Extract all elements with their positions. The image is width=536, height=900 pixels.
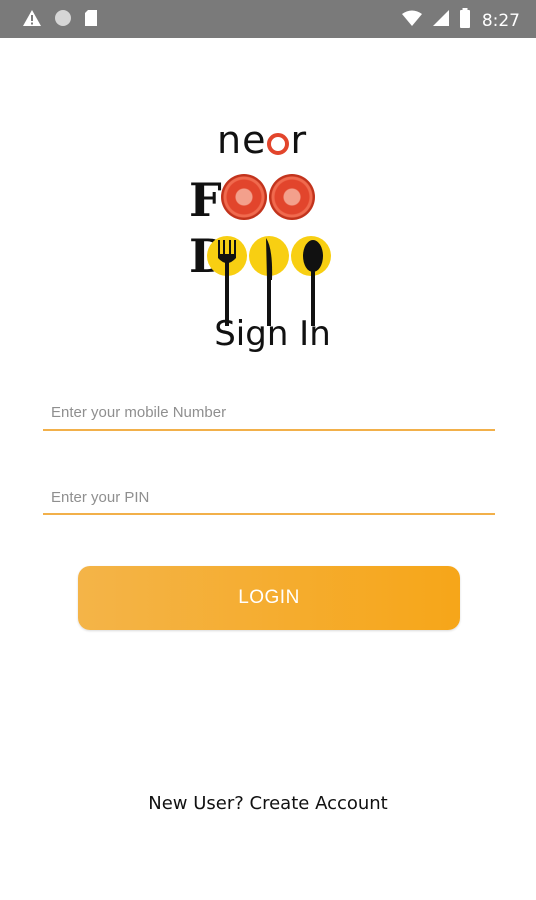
warning-icon <box>22 9 42 32</box>
wifi-icon <box>401 9 423 32</box>
cutlery-icon <box>207 236 331 326</box>
logo-near-end: r <box>290 118 308 162</box>
sd-card-icon <box>84 9 98 32</box>
tomato-icon <box>269 174 315 220</box>
logo-pin-o-icon <box>267 133 290 155</box>
login-button[interactable]: LOGIN <box>78 566 460 630</box>
signal-icon <box>432 9 450 32</box>
status-bar: 8:27 <box>0 0 536 38</box>
mobile-number-underline <box>43 429 495 431</box>
mobile-number-field[interactable] <box>43 390 495 434</box>
page-title: Sign In <box>214 314 331 354</box>
logo-near-text: ne r <box>217 118 307 162</box>
logo-near-start: ne <box>217 118 267 162</box>
pin-underline <box>43 513 495 515</box>
mobile-number-input[interactable] <box>43 390 495 434</box>
create-account-link[interactable]: New User? Create Account <box>0 793 536 814</box>
app-logo: ner FD Sign In <box>185 118 360 358</box>
logo-food-f: F <box>189 173 223 227</box>
battery-icon <box>459 8 471 33</box>
circle-icon <box>54 9 72 32</box>
tomato-icon <box>221 174 267 220</box>
status-time: 8:27 <box>481 10 520 31</box>
